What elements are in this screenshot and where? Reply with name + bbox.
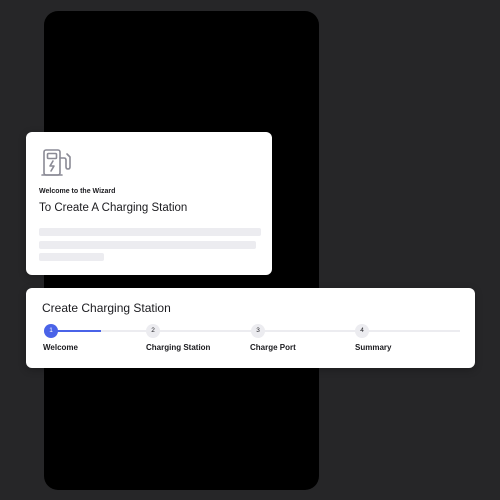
step-1-label[interactable]: Welcome (43, 343, 78, 352)
skeleton-line (39, 241, 256, 249)
wizard-card: Create Charging Station 1 Welcome 2 Char… (26, 288, 475, 368)
step-4-indicator[interactable]: 4 (355, 324, 369, 338)
step-1-indicator[interactable]: 1 (44, 324, 58, 338)
wizard-title: Create Charging Station (42, 301, 171, 315)
skeleton-line (39, 253, 104, 261)
screen: Welcome to the Wizard To Create A Chargi… (0, 0, 500, 500)
step-3-label[interactable]: Charge Port (250, 343, 296, 352)
step-2-indicator[interactable]: 2 (146, 324, 160, 338)
step-3-indicator[interactable]: 3 (251, 324, 265, 338)
welcome-card: Welcome to the Wizard To Create A Chargi… (26, 132, 272, 275)
step-4-label[interactable]: Summary (355, 343, 391, 352)
charging-station-icon (40, 146, 74, 180)
skeleton-line (39, 228, 261, 236)
step-2-label[interactable]: Charging Station (146, 343, 210, 352)
welcome-eyebrow: Welcome to the Wizard (39, 188, 116, 195)
welcome-title: To Create A Charging Station (39, 202, 188, 214)
